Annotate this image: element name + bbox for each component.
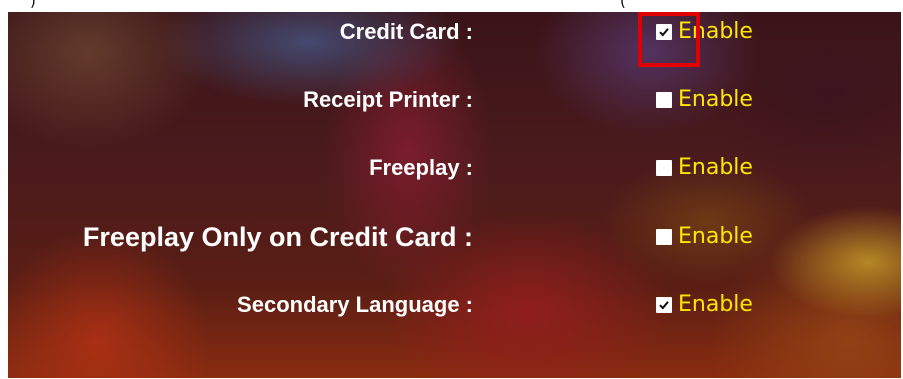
top-strip: ) ( xyxy=(0,0,903,12)
setting-label-credit-card: Credit Card : xyxy=(339,19,473,44)
checkmark-icon xyxy=(659,28,669,37)
setting-row-secondary-language: Secondary Language : Enable xyxy=(8,285,901,325)
secondary-language-enable-checkbox[interactable]: Enable xyxy=(656,285,753,325)
setting-label-secondary-language: Secondary Language : xyxy=(237,292,473,317)
credit-card-enable-checkbox[interactable]: Enable xyxy=(656,12,753,52)
setting-row-credit-card: Credit Card : Enable xyxy=(8,12,901,52)
setting-row-freeplay: Freeplay : Enable xyxy=(8,148,901,188)
freeplay-enable-checkbox[interactable]: Enable xyxy=(656,148,753,188)
receipt-printer-enable-checkbox[interactable]: Enable xyxy=(656,80,753,120)
enable-label: Enable xyxy=(678,87,753,112)
cropped-top-text-left: ) xyxy=(30,0,36,10)
checkmark-icon xyxy=(658,94,670,106)
enable-label: Enable xyxy=(678,292,753,317)
setting-label-receipt-printer: Receipt Printer : xyxy=(303,87,473,112)
checkbox-box[interactable] xyxy=(656,229,672,245)
checkbox-box[interactable] xyxy=(656,160,672,176)
setting-row-freeplay-only-credit-card: Freeplay Only on Credit Card : Enable xyxy=(8,217,901,257)
settings-panel: Credit Card : Enable Receipt Printer : E… xyxy=(8,12,901,378)
setting-row-receipt-printer: Receipt Printer : Enable xyxy=(8,80,901,120)
enable-label: Enable xyxy=(678,155,753,180)
enable-label: Enable xyxy=(678,224,753,249)
checkmark-icon xyxy=(659,301,669,310)
enable-label: Enable xyxy=(678,19,753,44)
checkbox-box[interactable] xyxy=(656,24,672,40)
setting-label-freeplay: Freeplay : xyxy=(369,155,473,180)
freeplay-only-credit-card-enable-checkbox[interactable]: Enable xyxy=(656,217,753,257)
cropped-top-text-right: ( xyxy=(620,0,626,10)
setting-label-freeplay-only-credit-card: Freeplay Only on Credit Card : xyxy=(82,222,473,252)
checkmark-icon xyxy=(658,231,670,243)
checkbox-box[interactable] xyxy=(656,92,672,108)
checkbox-box[interactable] xyxy=(656,297,672,313)
checkmark-icon xyxy=(658,162,670,174)
